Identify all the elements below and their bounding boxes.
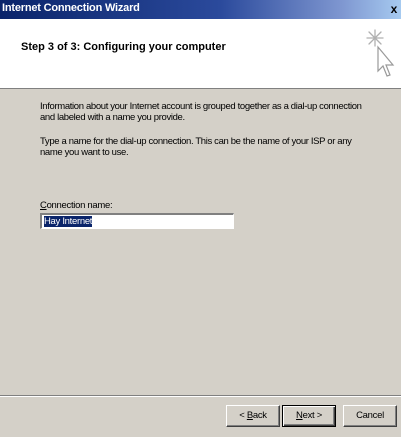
footer-divider-highlight <box>0 396 401 397</box>
instruction-paragraph: Type a name for the dial-up connection. … <box>40 136 352 158</box>
wizard-header: Step 3 of 3: Configuring your computer <box>0 19 401 89</box>
cancel-button[interactable]: Cancel <box>343 405 397 427</box>
window-title: Internet Connection Wizard <box>2 2 140 14</box>
close-button[interactable]: x <box>387 2 401 17</box>
info-paragraph: Information about your Internet account … <box>40 101 362 123</box>
back-button-label: ack <box>252 410 267 421</box>
next-button-label: ext > <box>302 410 323 421</box>
wizard-body: Information about your Internet account … <box>0 90 401 394</box>
step-title: Step 3 of 3: Configuring your computer <box>21 41 226 53</box>
back-button[interactable]: < Back <box>226 405 280 427</box>
connection-name-input[interactable]: Hay Internet <box>40 213 234 229</box>
connection-name-label: Connection name: <box>40 200 113 211</box>
connection-name-label-text: onnection name: <box>46 200 113 211</box>
back-button-prefix: < <box>239 410 247 421</box>
next-button[interactable]: Next > <box>282 405 336 427</box>
wizard-window: Internet Connection Wizard x Step 3 of 3… <box>0 0 401 437</box>
connection-name-value: Hay Internet <box>44 216 93 227</box>
wizard-wand-cursor-icon <box>366 29 395 77</box>
title-bar[interactable]: Internet Connection Wizard x <box>0 0 401 19</box>
